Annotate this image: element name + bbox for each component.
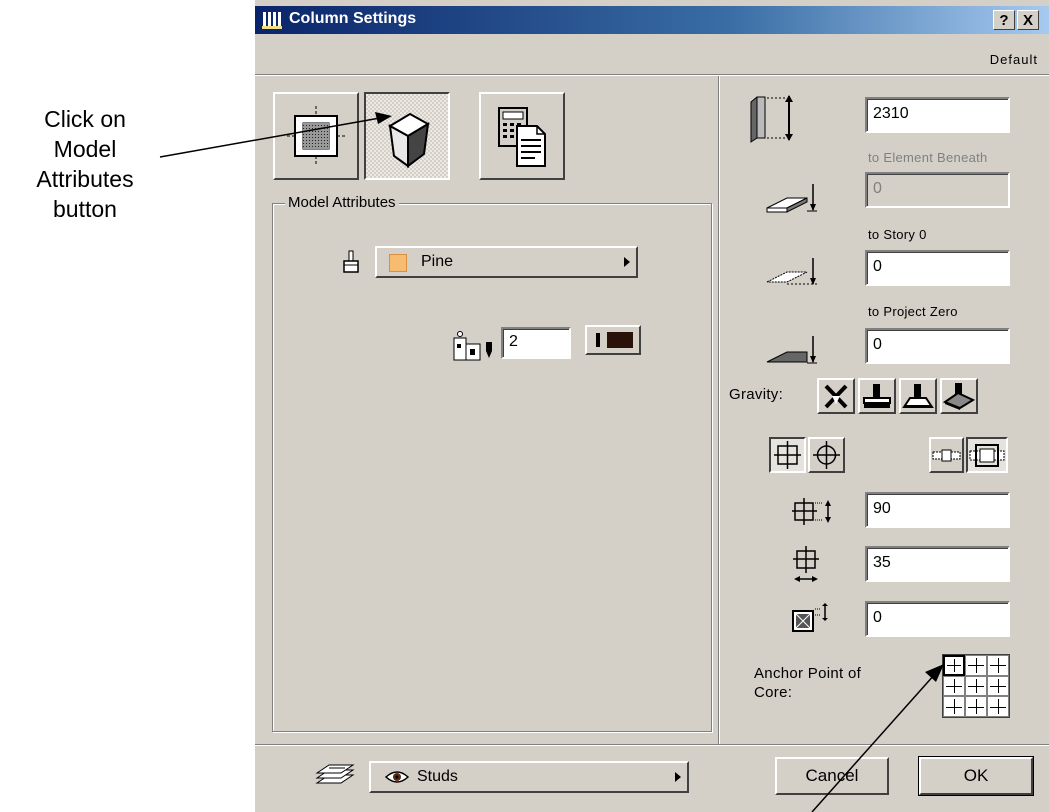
anchor-point-middle-right[interactable] (987, 675, 1009, 697)
material-name: Pine (421, 253, 454, 270)
eye-icon (385, 771, 409, 783)
to-element-beneath-field[interactable]: 0 (865, 172, 1010, 208)
gravity-off-button[interactable] (817, 378, 855, 414)
anchor-point-label-line: Core: (754, 684, 793, 701)
material-popup[interactable]: Pine (375, 246, 638, 278)
layer-name: Studs (417, 768, 458, 785)
floor-plan-tab[interactable] (273, 92, 359, 180)
divider (718, 76, 720, 744)
paint-brush-icon (343, 250, 359, 273)
core-circular-button[interactable] (808, 437, 845, 473)
circular-core-icon (813, 441, 840, 469)
veneer-core-button[interactable] (929, 437, 964, 473)
core-depth-icon (792, 498, 831, 525)
to-project-zero-field[interactable]: 0 (865, 328, 1010, 364)
calculator-list-icon (498, 107, 546, 167)
veneer-finish-icon (969, 444, 1005, 467)
annotation-line: Model (53, 136, 117, 162)
annotation-line: button (53, 196, 117, 222)
veneer-thickness-field[interactable]: 0 (865, 601, 1010, 637)
anchor-point-label-line: Anchor Point of (754, 665, 862, 682)
layers-icon (315, 764, 355, 784)
gravity-mesh-icon (942, 383, 976, 410)
bottom-to-element-icon (766, 184, 817, 213)
column-height-icon (750, 95, 793, 143)
layer-popup[interactable]: Studs (369, 761, 689, 793)
to-element-beneath-label: to Element Beneath (868, 150, 988, 165)
cancel-button[interactable]: Cancel (775, 757, 889, 795)
listing-tab[interactable] (479, 92, 565, 180)
to-project-zero-label: to Project Zero (868, 304, 958, 319)
column-height-field[interactable]: 2310 (865, 97, 1010, 133)
annotation-text: Click on Model Attributes button (0, 104, 170, 224)
core-depth-field[interactable]: 90 (865, 492, 1010, 528)
bottom-to-project-zero-icon (766, 336, 817, 364)
preset-name: Default (989, 52, 1038, 67)
anchor-point-top-left[interactable] (943, 655, 965, 676)
model-attributes-group (272, 203, 712, 732)
floor-plan-icon (287, 106, 345, 166)
gravity-top-button[interactable] (858, 378, 896, 414)
title-bar[interactable]: Column Settings ? X (255, 6, 1049, 34)
ok-button[interactable]: OK (918, 756, 1034, 796)
anchor-point-top-right[interactable] (987, 655, 1009, 676)
core-width-field[interactable]: 35 (865, 546, 1010, 582)
anchor-point-bottom-center[interactable] (965, 696, 987, 717)
veneer-core-icon (932, 449, 961, 462)
anchor-point-bottom-right[interactable] (987, 696, 1009, 717)
anchor-point-label: Anchor Point of Core: (754, 664, 861, 702)
help-button[interactable]: ? (993, 10, 1015, 30)
pen-color-swatch (607, 332, 633, 348)
gravity-roof-button[interactable] (899, 378, 937, 414)
anchor-point-center[interactable] (965, 675, 987, 697)
bottom-to-story-icon (766, 258, 817, 285)
anchor-point-grid (942, 654, 1010, 718)
veneer-thickness-icon (792, 603, 828, 632)
anchor-point-top-center[interactable] (965, 655, 987, 676)
gravity-slab-icon (863, 384, 891, 408)
no-gravity-icon (824, 384, 848, 409)
anchor-point-middle-left[interactable] (943, 675, 965, 697)
to-story-label: to Story 0 (868, 227, 927, 242)
anchor-point-bottom-left[interactable] (943, 696, 965, 717)
veneer-finish-button[interactable] (966, 437, 1008, 473)
divider (255, 74, 1049, 76)
material-swatch (389, 254, 407, 272)
model-attributes-label: Model Attributes (285, 194, 399, 211)
close-button[interactable]: X (1017, 10, 1039, 30)
column-tool-icon (262, 12, 282, 29)
model-attributes-tab[interactable] (364, 92, 450, 180)
annotation-line: Click on (44, 106, 126, 132)
building-pen-icon (453, 331, 492, 361)
gravity-label: Gravity: (729, 386, 784, 403)
annotation-line: Attributes (36, 166, 134, 192)
divider (255, 744, 1049, 746)
popup-arrow-icon (624, 257, 630, 267)
pen-color-button[interactable] (585, 325, 641, 355)
rectangular-core-icon (774, 441, 801, 469)
to-story-field[interactable]: 0 (865, 250, 1010, 286)
popup-arrow-icon (675, 772, 681, 782)
column-settings-dialog: Column Settings ? X Default Model Attrib… (254, 0, 1049, 812)
pen-icon (596, 333, 600, 347)
core-width-icon (793, 546, 819, 582)
column-3d-icon (388, 112, 430, 168)
pen-number-field[interactable]: 2 (501, 327, 571, 359)
gravity-roof-icon (902, 384, 934, 408)
window-title: Column Settings (289, 10, 417, 27)
core-rectangular-button[interactable] (769, 437, 806, 473)
gravity-mesh-button[interactable] (940, 378, 978, 414)
